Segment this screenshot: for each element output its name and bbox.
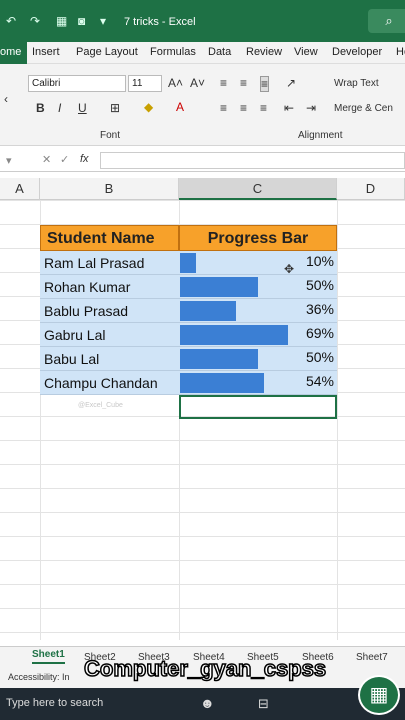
- grid-line: [337, 200, 338, 640]
- header-student-name[interactable]: Student Name: [40, 225, 179, 251]
- font-color-icon[interactable]: A: [176, 100, 184, 114]
- student-name-cell[interactable]: Babu Lal: [40, 347, 179, 371]
- formula-input[interactable]: [100, 152, 405, 169]
- progress-bar-fill: [180, 349, 258, 369]
- cancel-icon[interactable]: ✕: [42, 153, 51, 166]
- taskbar: Type here to search ☻ ⊟: [0, 688, 405, 720]
- orientation-icon[interactable]: ↗: [286, 76, 296, 90]
- tab-insert[interactable]: Insert: [32, 46, 60, 58]
- window-title: 7 tricks - Excel: [124, 16, 196, 28]
- formula-bar: ▾ ✕ ✓ fx: [0, 150, 405, 172]
- progress-percent: 54%: [305, 373, 334, 389]
- student-name-cell[interactable]: Bablu Prasad: [40, 299, 179, 323]
- progress-bar-fill: [180, 277, 258, 297]
- progress-percent: 36%: [305, 301, 334, 317]
- tab-help[interactable]: He: [396, 46, 405, 58]
- alignment-group-label: Alignment: [298, 130, 343, 141]
- tab-page-layout[interactable]: Page Layout: [76, 46, 138, 58]
- title-bar: ↶ ↷ ▦ ◙ ▾ 7 tricks - Excel ⌕: [0, 0, 405, 42]
- progress-percent: 69%: [305, 325, 334, 341]
- progress-bar-fill: [180, 373, 264, 393]
- fill-color-icon[interactable]: ◆: [144, 100, 153, 114]
- borders-icon[interactable]: ⊞: [110, 101, 120, 115]
- sheet-tab-1[interactable]: Sheet1: [32, 649, 65, 664]
- bold-button[interactable]: B: [36, 101, 45, 115]
- save-icon[interactable]: ▦: [56, 14, 67, 28]
- column-d-header[interactable]: D: [337, 178, 405, 200]
- selected-cell[interactable]: [179, 395, 337, 419]
- align-bottom-icon[interactable]: ≡: [260, 76, 270, 92]
- dropdown-icon[interactable]: ▾: [100, 14, 106, 28]
- grow-font-button[interactable]: A˄: [168, 76, 183, 90]
- column-c-header[interactable]: C: [179, 178, 337, 200]
- column-headers: A B C D: [0, 178, 405, 200]
- redo-icon[interactable]: ↷: [30, 14, 40, 28]
- tab-formulas[interactable]: Formulas: [150, 46, 196, 58]
- cursor-icon: ✥: [284, 262, 295, 276]
- tab-developer[interactable]: Developer: [332, 46, 382, 58]
- align-middle-icon[interactable]: ≡: [240, 76, 247, 90]
- taskbar-search[interactable]: Type here to search: [6, 697, 103, 709]
- undo-icon[interactable]: ↶: [6, 14, 16, 28]
- align-right-icon[interactable]: ≡: [260, 101, 267, 115]
- column-b-header[interactable]: B: [40, 178, 179, 200]
- search-icon[interactable]: ⌕: [368, 9, 405, 33]
- student-name-cell[interactable]: Ram Lal Prasad: [40, 251, 179, 275]
- name-box-dropdown-icon[interactable]: ▾: [6, 154, 12, 167]
- increase-indent-icon[interactable]: ⇥: [306, 101, 316, 115]
- ribbon-tabs: ome Insert Page Layout Formulas Data Rev…: [0, 42, 405, 64]
- font-name-select[interactable]: Calibri: [28, 75, 126, 92]
- ribbon: ‹ Calibri 11 A˄ A˅ B I U ⊞ ◆ A Font ≡ ≡ …: [0, 64, 405, 146]
- italic-button[interactable]: I: [58, 101, 61, 115]
- underline-button[interactable]: U: [78, 101, 87, 115]
- person-icon: ☻: [200, 695, 215, 711]
- progress-bar-fill: [180, 325, 288, 345]
- sheet-tab-7[interactable]: Sheet7: [356, 652, 388, 663]
- font-group-label: Font: [100, 130, 121, 141]
- progress-percent: 50%: [305, 349, 334, 365]
- wrap-text-button[interactable]: Wrap Text: [334, 78, 379, 89]
- tab-view[interactable]: View: [294, 46, 318, 58]
- decrease-indent-icon[interactable]: ⇤: [284, 101, 294, 115]
- progress-percent: 10%: [305, 253, 334, 269]
- accessibility-status[interactable]: Accessibility: In: [8, 672, 70, 682]
- watermark: @Excel_Cube: [78, 402, 123, 409]
- column-a-header[interactable]: A: [0, 178, 40, 200]
- align-top-icon[interactable]: ≡: [220, 76, 227, 90]
- tab-data[interactable]: Data: [208, 46, 231, 58]
- student-name-cell[interactable]: Gabru Lal: [40, 323, 179, 347]
- progress-bar-fill: [180, 301, 236, 321]
- task-view-icon[interactable]: ⊟: [258, 696, 269, 712]
- enter-icon[interactable]: ✓: [60, 153, 69, 166]
- function-icon[interactable]: fx: [80, 153, 89, 165]
- merge-center-button[interactable]: Merge & Cen: [334, 103, 393, 114]
- camera-icon[interactable]: ◙: [78, 14, 85, 28]
- shrink-font-button[interactable]: A˅: [190, 76, 205, 90]
- channel-overlay: Computer_gyan_cspss: [83, 655, 327, 682]
- format-painter-icon[interactable]: ‹: [4, 92, 8, 106]
- student-name-cell[interactable]: Champu Chandan: [40, 371, 179, 395]
- tab-review[interactable]: Review: [246, 46, 282, 58]
- progress-bar-fill: [180, 253, 196, 273]
- font-size-select[interactable]: 11: [128, 75, 162, 92]
- tab-home[interactable]: ome: [0, 42, 28, 64]
- student-name-cell[interactable]: Rohan Kumar: [40, 275, 179, 299]
- align-left-icon[interactable]: ≡: [220, 101, 227, 115]
- header-progress-bar[interactable]: Progress Bar: [179, 225, 337, 251]
- excel-logo-icon: ▦: [358, 675, 400, 715]
- align-center-icon[interactable]: ≡: [240, 101, 247, 115]
- progress-percent: 50%: [305, 277, 334, 293]
